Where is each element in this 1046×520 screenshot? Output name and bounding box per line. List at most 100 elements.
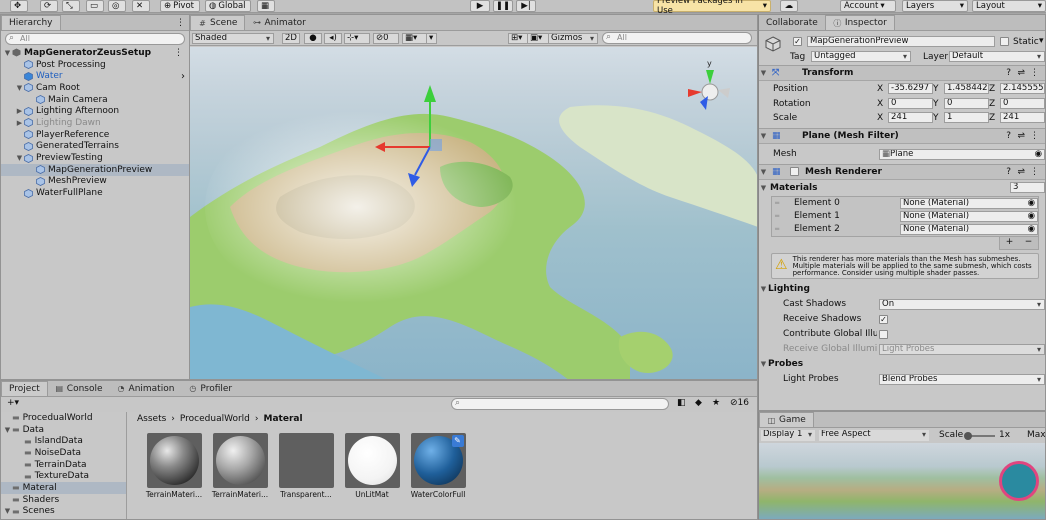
hidden-packages-icon[interactable]: ⊘16 xyxy=(730,398,749,408)
remove-element-button[interactable]: − xyxy=(1025,237,1033,249)
camera-dropdown[interactable]: ▣▾ xyxy=(527,33,549,44)
mesh-renderer-enabled-checkbox[interactable] xyxy=(790,167,799,176)
asset-item[interactable]: Transparent... xyxy=(277,433,335,501)
hierarchy-item[interactable]: ▶ Lighting Dawn xyxy=(1,117,189,129)
pause-button[interactable]: ❚❚ xyxy=(493,0,513,12)
lighting-foldout[interactable]: ▼ Lighting xyxy=(759,282,1045,297)
tab-animator[interactable]: ⊶ Animator xyxy=(245,15,312,30)
scene-viewport[interactable]: y xyxy=(190,47,757,379)
folder-item[interactable]: ▼ ▬ Data xyxy=(1,424,126,436)
game-viewport[interactable] xyxy=(759,443,1045,519)
audio-toggle[interactable]: ◂) xyxy=(324,33,342,44)
foldout-arrow-icon[interactable]: ▼ xyxy=(759,184,768,192)
light-probes-dropdown[interactable]: Blend Probes xyxy=(879,373,1045,385)
expand-arrow-icon[interactable]: ▼ xyxy=(15,154,24,162)
layers-dropdown[interactable]: Layers ▾ xyxy=(902,0,968,12)
expand-arrow-icon[interactable]: ▼ xyxy=(3,426,12,434)
maximize-toggle[interactable]: Max xyxy=(1027,430,1045,440)
foldout-arrow-icon[interactable]: ▼ xyxy=(759,168,768,176)
static-checkbox[interactable] xyxy=(1000,37,1009,46)
scale-tool-button[interactable]: ⤡ xyxy=(62,0,80,12)
folder-item[interactable]: ▬ Shaders xyxy=(1,494,126,506)
expand-arrow-icon[interactable]: ▼ xyxy=(3,49,12,57)
component-menu-icon[interactable]: ⋮ xyxy=(1030,68,1039,78)
materials-size-field[interactable]: 3 xyxy=(1010,181,1045,193)
object-picker-icon[interactable]: ◉ xyxy=(1028,212,1035,221)
rect-tool-button[interactable]: ▭ xyxy=(86,0,104,12)
scene-search-input[interactable]: All xyxy=(602,32,752,44)
tab-profiler[interactable]: ◷ Profiler xyxy=(181,381,239,396)
transform-z-field[interactable]: 0 xyxy=(1000,97,1045,109)
drag-handle-icon[interactable]: ═ xyxy=(775,212,779,220)
effects-dropdown[interactable]: ⊹▾ xyxy=(344,33,370,44)
component-menu-icon[interactable]: ⋮ xyxy=(1030,131,1039,141)
mesh-object-field[interactable]: ▦Plane ◉ xyxy=(879,148,1045,160)
move-tool-button[interactable]: ✥ xyxy=(10,0,28,12)
tab-game[interactable]: ◫ Game xyxy=(759,412,814,427)
scale-slider[interactable] xyxy=(964,432,995,440)
hierarchy-item[interactable]: GeneratedTerrains xyxy=(1,141,189,153)
foldout-arrow-icon[interactable]: ▼ xyxy=(759,360,768,368)
asset-item[interactable]: TerrainMateri... xyxy=(211,433,269,501)
preset-icon[interactable]: ⇌ xyxy=(1017,68,1025,78)
tab-console[interactable]: ▤ Console xyxy=(48,381,110,396)
favorite-star-icon[interactable]: ★ xyxy=(712,398,720,408)
asset-item[interactable]: ✎ WaterColorFull xyxy=(409,433,467,501)
step-button[interactable]: ▶| xyxy=(516,0,536,12)
transform-z-field[interactable]: 241 xyxy=(1000,112,1045,123)
transform-tool-button[interactable]: ◎ xyxy=(108,0,126,12)
object-picker-icon[interactable]: ◉ xyxy=(1035,150,1042,159)
tab-animation[interactable]: ◔ Animation xyxy=(110,381,182,396)
folder-item[interactable]: ▬ ProcedualWorld xyxy=(1,412,126,424)
expand-arrow-icon[interactable]: ▼ xyxy=(15,84,24,92)
scale-slider-thumb[interactable] xyxy=(964,432,972,440)
hierarchy-item[interactable]: ▶ Lighting Afternoon xyxy=(1,105,189,117)
hierarchy-item[interactable]: Main Camera xyxy=(1,94,189,106)
account-dropdown[interactable]: Account ▾ xyxy=(840,0,896,12)
hidden-objects-toggle[interactable]: ⊘0 xyxy=(373,33,399,44)
static-dropdown-icon[interactable]: ▾ xyxy=(1039,36,1044,46)
lighting-toggle[interactable]: ● xyxy=(304,33,322,44)
transform-y-field[interactable]: 1 xyxy=(944,112,989,123)
hierarchy-item[interactable]: Water › xyxy=(1,70,189,82)
preset-icon[interactable]: ⇌ xyxy=(1017,131,1025,141)
breadcrumb-item[interactable]: Assets xyxy=(137,414,166,424)
hierarchy-item[interactable]: ▼ PreviewTesting xyxy=(1,152,189,164)
hierarchy-search-input[interactable]: All xyxy=(5,33,185,45)
object-picker-icon[interactable]: ◉ xyxy=(1028,225,1035,234)
folder-item[interactable]: ▬ Materal xyxy=(1,482,126,494)
filter-type-icon[interactable]: ◧ xyxy=(677,398,686,408)
drag-handle-icon[interactable]: ═ xyxy=(775,199,779,207)
create-dropdown[interactable]: +▾ xyxy=(7,398,19,408)
folder-item[interactable]: ▬ IslandData xyxy=(1,435,126,447)
expand-arrow-icon[interactable]: ▶ xyxy=(15,119,24,127)
filter-label-icon[interactable]: ◆ xyxy=(695,398,702,408)
toggle-2d-button[interactable]: 2D xyxy=(282,33,300,44)
project-search-input[interactable] xyxy=(451,398,669,410)
preview-packages-button[interactable]: Preview Packages in Use ▾ xyxy=(653,0,771,16)
help-icon[interactable]: ? xyxy=(1006,131,1011,141)
probes-foldout[interactable]: ▼ Probes xyxy=(759,357,1045,372)
hierarchy-item[interactable]: MeshPreview xyxy=(1,176,189,188)
tab-scene[interactable]: # Scene xyxy=(190,15,246,30)
transform-x-field[interactable]: 0 xyxy=(888,97,933,109)
foldout-arrow-icon[interactable]: ▼ xyxy=(759,132,768,140)
folder-item[interactable]: ▬ NoiseData xyxy=(1,447,126,459)
tag-dropdown[interactable]: Untagged xyxy=(811,51,911,62)
transform-component-header[interactable]: ▼ ⤧ Transform ? ⇌ ⋮ xyxy=(759,65,1045,81)
hierarchy-item[interactable]: ▼ Cam Root xyxy=(1,82,189,94)
hierarchy-item[interactable]: PlayerReference xyxy=(1,129,189,141)
transform-z-field[interactable]: 2.145555 xyxy=(1000,83,1045,94)
material-object-field[interactable]: None (Material) ◉ xyxy=(900,197,1038,209)
tab-inspector[interactable]: ⓘ Inspector xyxy=(824,15,895,30)
drag-handle-icon[interactable]: ═ xyxy=(775,225,779,233)
orientation-gizmo[interactable]: y xyxy=(688,59,730,110)
breadcrumb-item[interactable]: Materal xyxy=(264,414,303,424)
receive-shadows-checkbox[interactable]: ✓ xyxy=(879,314,888,324)
display-dropdown[interactable]: Display 1 xyxy=(761,430,815,441)
component-menu-icon[interactable]: ⋮ xyxy=(1030,167,1039,177)
folder-item[interactable]: ▬ TextureData xyxy=(1,470,126,482)
expand-arrow-icon[interactable]: ▼ xyxy=(3,507,12,515)
material-object-field[interactable]: None (Material) ◉ xyxy=(900,223,1038,235)
material-object-field[interactable]: None (Material) ◉ xyxy=(900,210,1038,222)
